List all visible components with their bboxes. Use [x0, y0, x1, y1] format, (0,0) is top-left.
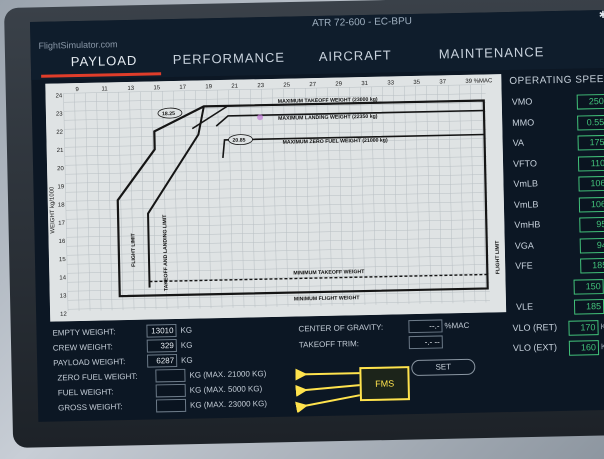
x-tick-label: 15	[153, 85, 160, 91]
tab-maintenance[interactable]: MAINTENANCE	[439, 44, 545, 61]
x-tick-label: 11	[101, 86, 108, 92]
gross-weight-label: GROSS WEIGHT:	[57, 402, 123, 413]
speed-value: 95	[579, 216, 604, 233]
x-tick-label: 19	[205, 84, 212, 90]
cg-envelope-chart: 9 11 13 15 17 19 21 23 25 27 29 31 33 35 37 39 %MAC 24 2…	[45, 74, 507, 322]
cg-value: --.-	[408, 319, 443, 334]
speed-label: VmLB	[513, 198, 539, 210]
speed-value: 106	[578, 175, 604, 192]
crew-weight-value[interactable]: 329	[146, 338, 177, 353]
x-tick-label: 25	[283, 83, 290, 89]
speed-label: VLE	[515, 301, 534, 312]
gross-weight-value	[155, 398, 187, 413]
efb-screen: FlightSimulator.com ATR 72-600 - EC-BPU …	[30, 9, 604, 422]
speed-label: VMO	[511, 96, 533, 107]
takeoff-trim-label: TAKEOFF TRIM:	[298, 339, 360, 350]
y-tick-label: 14	[59, 275, 66, 281]
operating-speeds-title: OPERATING SPEE	[509, 73, 604, 87]
payload-weight-label: PAYLOAD WEIGHT:	[53, 357, 126, 368]
speed-value: 110	[577, 155, 604, 172]
set-button[interactable]: SET	[411, 358, 476, 377]
y-tick-label: 16	[59, 239, 66, 245]
x-tick-label: 39 %MAC	[465, 78, 493, 85]
speed-label: VFTO	[512, 157, 538, 169]
speed-value: 185	[573, 299, 604, 315]
cg-label: CENTER OF GRAVITY:	[298, 322, 384, 334]
speed-label: VmHB	[514, 219, 541, 230]
fuel-weight-value[interactable]	[155, 383, 186, 398]
fuel-weight-label: FUEL WEIGHT:	[57, 387, 114, 398]
fms-arrows	[295, 368, 361, 413]
tab-payload[interactable]: PAYLOAD	[71, 53, 138, 69]
gross-weight-unit: KG (MAX. 23000 KG)	[189, 399, 268, 410]
aircraft-title: ATR 72-600 - EC-BPU	[311, 16, 413, 30]
speed-label: VFE	[515, 260, 533, 271]
speed-value: 150	[573, 278, 604, 295]
flight-limit-left-label: FLIGHT LIMIT	[130, 232, 137, 267]
fuel-weight-unit: KG (MAX. 5000 KG)	[189, 384, 263, 395]
speed-value: 250	[576, 93, 604, 110]
y-tick-label: 24	[56, 93, 63, 99]
x-tick-label: 29	[335, 81, 342, 87]
empty-weight-value: 13010	[146, 324, 177, 338]
brand-label: FlightSimulator.com	[38, 39, 118, 51]
y-tick-label: 19	[57, 184, 64, 190]
cg-unit: %MAC	[444, 320, 470, 331]
callout-1-text: 18.25	[162, 111, 175, 117]
x-tick-label: 31	[361, 81, 368, 87]
payload-weight-unit: KG	[181, 355, 193, 365]
y-axis-label: WEIGHT kg/1000	[49, 186, 56, 234]
y-tick-label: 17	[58, 221, 65, 227]
tab-aircraft[interactable]: AIRCRAFT	[319, 47, 392, 64]
speed-label: VGA	[514, 239, 534, 251]
zero-fuel-weight-value	[155, 368, 186, 383]
y-tick-label: 12	[60, 312, 67, 318]
x-tick-label: 27	[309, 82, 316, 88]
payload-weight-value[interactable]: 6287	[146, 353, 178, 368]
flight-limit-right-label: FLIGHT LIMIT	[495, 240, 502, 275]
x-tick-label: 17	[179, 85, 186, 91]
x-tick-label: 21	[231, 84, 238, 90]
fms-annotation-box: FMS	[359, 366, 411, 402]
cg-envelope-svg: 9 11 13 15 17 19 21 23 25 27 29 31 33 35 37 39 %MAC 242…	[45, 74, 507, 322]
speed-value: 185	[580, 257, 604, 274]
x-tick-label: 37	[439, 79, 446, 85]
speed-label: VLO (RET)	[512, 321, 558, 333]
x-tick-label: 35	[413, 80, 420, 86]
x-tick-label: 33	[387, 80, 394, 86]
y-tick-label: 21	[57, 148, 64, 154]
zero-fuel-weight-unit: KG (MAX. 21000 KG)	[189, 369, 267, 380]
callout-2-text: 20.85	[232, 138, 245, 144]
y-tick-label: 22	[56, 130, 63, 136]
y-tick-label: 15	[59, 257, 66, 263]
speed-label: VA	[512, 137, 525, 148]
speed-unit: K	[600, 321, 604, 331]
speed-label: VmLB	[513, 178, 539, 189]
x-tick-label: 13	[127, 86, 134, 92]
zero-fuel-weight-label: ZERO FUEL WEIGHT:	[57, 371, 138, 383]
speed-value: 170	[568, 319, 599, 336]
x-tick-label: 23	[257, 83, 264, 89]
y-tick-label: 13	[60, 293, 67, 299]
active-tab-indicator	[41, 72, 162, 78]
speed-value: 160	[568, 340, 600, 356]
speed-label: MMO	[512, 116, 535, 128]
crew-weight-label: CREW WEIGHT:	[52, 342, 113, 353]
takeoff-trim-value: -.- --	[408, 335, 443, 350]
empty-weight-unit: KG	[180, 325, 193, 335]
top-bar: FlightSimulator.com ATR 72-600 - EC-BPU …	[30, 9, 604, 80]
speed-value: 0.55	[577, 114, 604, 131]
speed-value: 106	[578, 196, 604, 213]
y-tick-label: 18	[58, 203, 65, 209]
crew-weight-unit: KG	[180, 340, 193, 350]
y-tick-label: 20	[57, 166, 64, 172]
speed-value: 175	[577, 134, 604, 151]
speed-value: 94	[579, 237, 604, 254]
tab-performance[interactable]: PERFORMANCE	[173, 50, 285, 67]
status-icons: ✱ ⌁	[598, 9, 604, 22]
y-tick-label: 23	[56, 112, 63, 118]
empty-weight-label: EMPTY WEIGHT:	[52, 327, 116, 338]
speed-label: VLO (EXT)	[512, 342, 558, 353]
